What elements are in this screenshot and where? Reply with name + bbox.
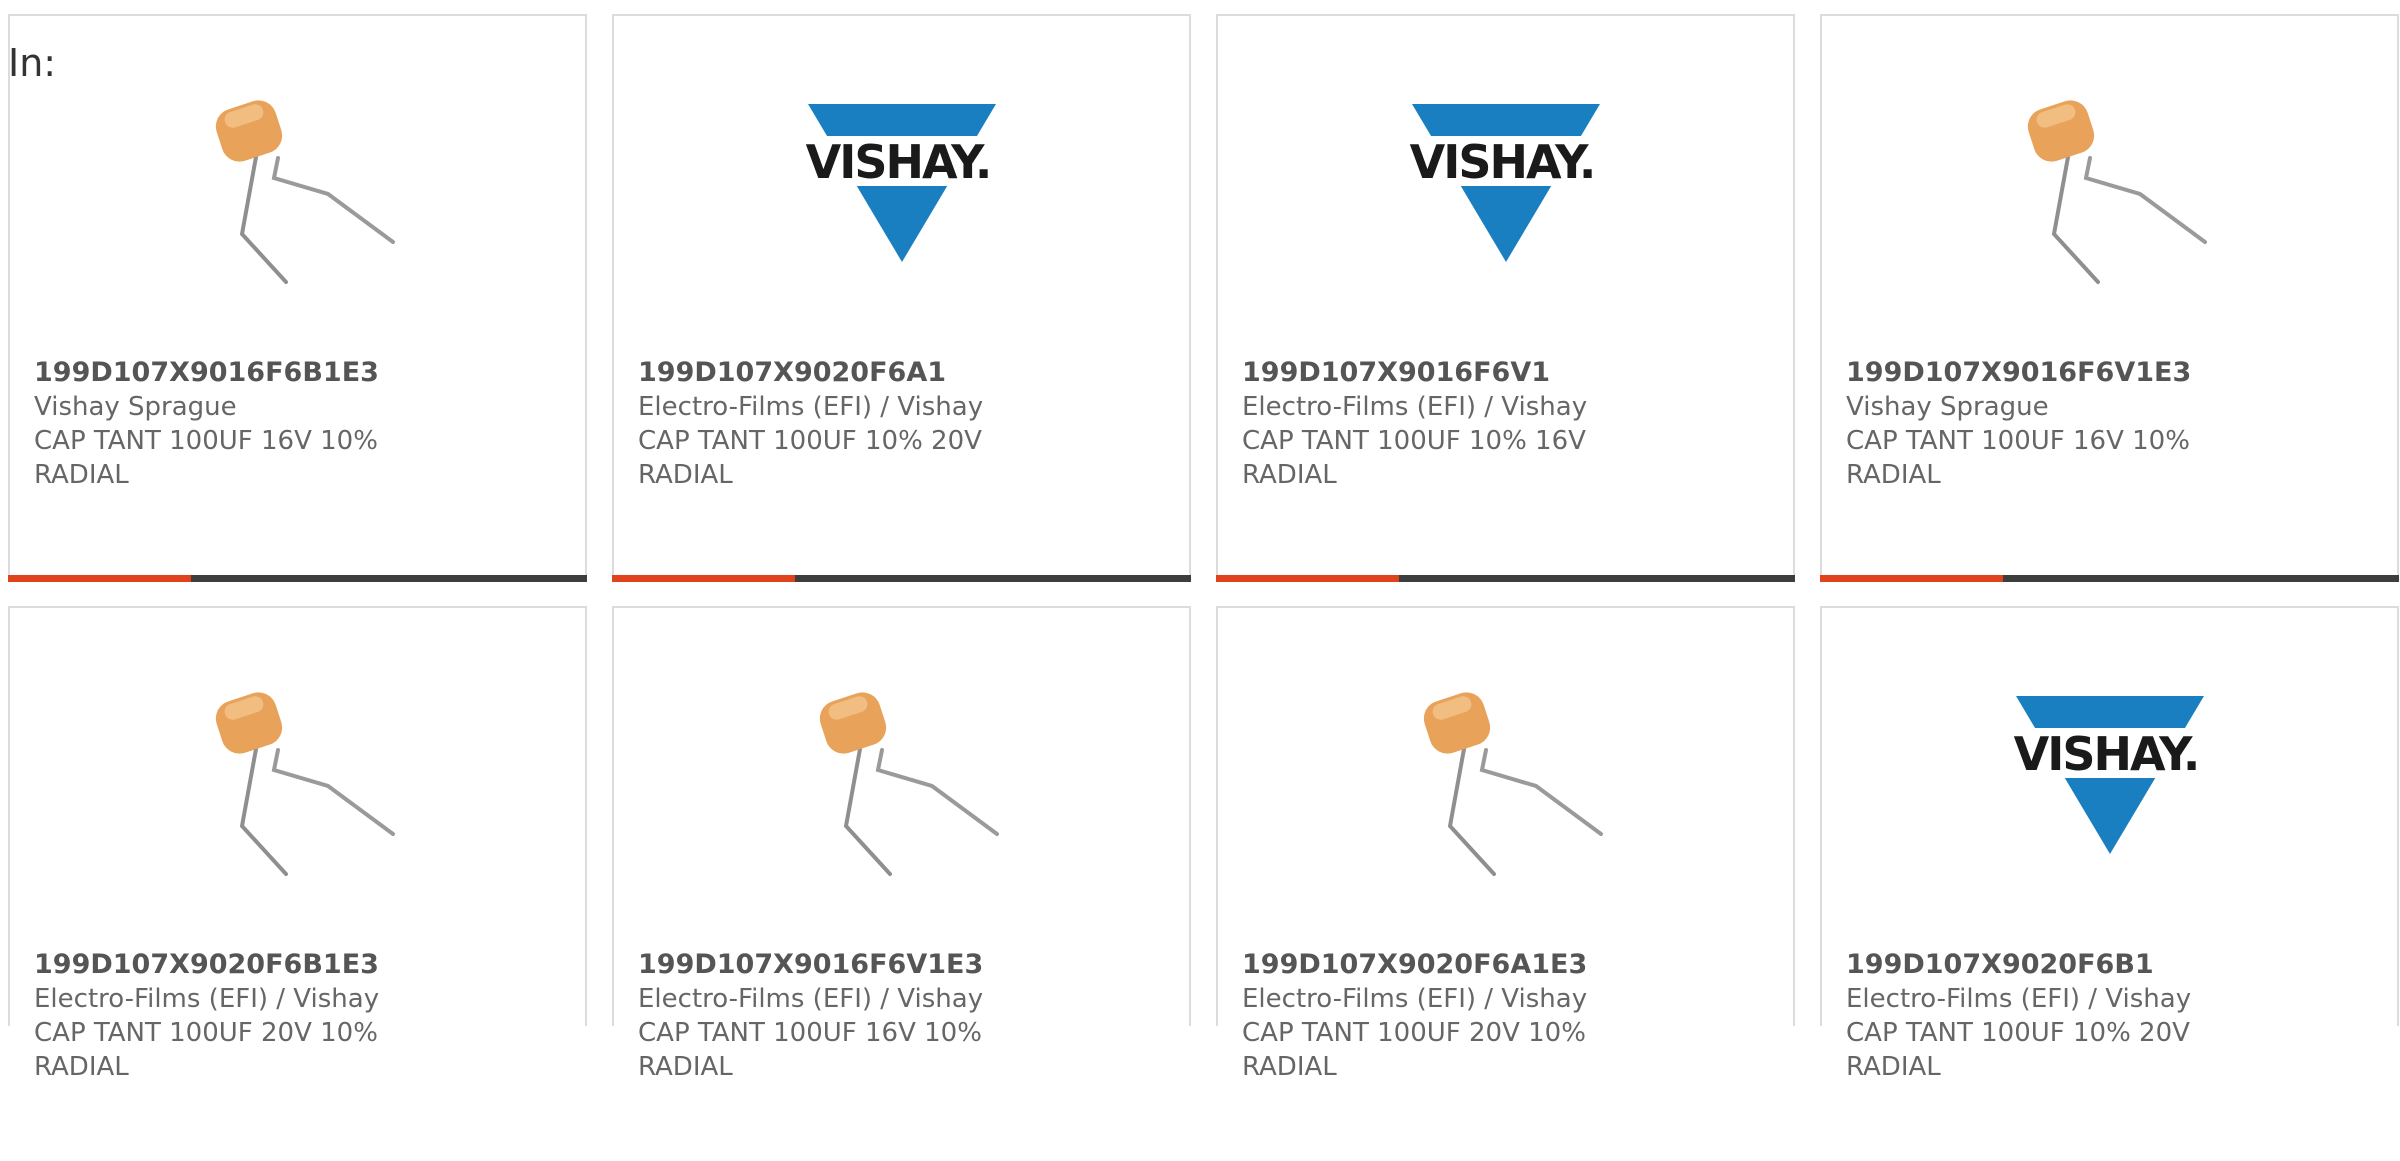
- manufacturer: Electro-Films (EFI) / Vishay: [34, 984, 380, 1014]
- product-card[interactable]: 199D107X9016F6V1E3 Electro-Films (EFI) /…: [612, 606, 1191, 1082]
- description-type: RADIAL: [1846, 1052, 1941, 1082]
- capacitor-icon: [198, 678, 398, 878]
- vishay-logo-icon: VISHAY.: [801, 86, 1002, 286]
- description: CAP TANT 100UF 16V 10%: [638, 1018, 982, 1048]
- product-card[interactable]: VISHAY. 199D107X9016F6V1 Electro-Films (…: [1216, 14, 1795, 582]
- in-label: In:: [8, 41, 57, 85]
- svg-text:VISHAY.: VISHAY.: [1409, 135, 1594, 189]
- description-type: RADIAL: [638, 1052, 733, 1082]
- card-accent-bar: [8, 575, 191, 582]
- vishay-logo-icon: VISHAY.: [2009, 678, 2210, 878]
- capacitor-icon: [1406, 678, 1606, 878]
- part-number[interactable]: 199D107X9016F6V1: [1242, 356, 1773, 390]
- part-number[interactable]: 199D107X9016F6V1E3: [1846, 356, 2377, 390]
- card-bottom-bar: [1820, 575, 2399, 582]
- part-number[interactable]: 199D107X9020F6B1E3: [34, 948, 565, 982]
- svg-text:VISHAY.: VISHAY.: [2013, 727, 2198, 781]
- part-number[interactable]: 199D107X9016F6B1E3: [34, 356, 565, 390]
- card-bottom-bar: [1216, 575, 1795, 582]
- capacitor-icon: [802, 678, 1002, 878]
- part-number[interactable]: 199D107X9020F6A1E3: [1242, 948, 1773, 982]
- card-bottom-bar: [8, 575, 587, 582]
- description-type: RADIAL: [34, 460, 129, 490]
- manufacturer: Vishay Sprague: [1846, 392, 2049, 422]
- product-card[interactable]: 199D107X9016F6V1E3 Vishay Sprague CAP TA…: [1820, 14, 2399, 582]
- vishay-logo-icon: VISHAY.: [1405, 86, 1606, 286]
- description: CAP TANT 100UF 10% 20V: [1846, 1018, 2190, 1048]
- description-type: RADIAL: [1242, 460, 1337, 490]
- description: CAP TANT 100UF 16V 10%: [34, 426, 378, 456]
- product-card[interactable]: 199D107X9020F6B1E3 Electro-Films (EFI) /…: [8, 606, 587, 1082]
- product-card[interactable]: 199D107X9016F6B1E3 Vishay Sprague CAP TA…: [8, 14, 587, 582]
- description-type: RADIAL: [1846, 460, 1941, 490]
- description-type: RADIAL: [1242, 1052, 1337, 1082]
- card-accent-bar: [612, 575, 795, 582]
- description-type: RADIAL: [638, 460, 733, 490]
- description: CAP TANT 100UF 10% 20V: [638, 426, 982, 456]
- capacitor-icon: [2010, 86, 2210, 286]
- card-bottom-bar: [612, 575, 1191, 582]
- manufacturer: Electro-Films (EFI) / Vishay: [1846, 984, 2192, 1014]
- capacitor-icon: [198, 86, 398, 286]
- product-results-page: In: 199D107X9016F6B1E3 Vishay Sprague CA…: [0, 0, 2400, 1161]
- description: CAP TANT 100UF 20V 10%: [34, 1018, 378, 1048]
- manufacturer: Electro-Films (EFI) / Vishay: [1242, 984, 1588, 1014]
- description: CAP TANT 100UF 10% 16V: [1242, 426, 1586, 456]
- product-grid: 199D107X9016F6B1E3 Vishay Sprague CAP TA…: [8, 14, 2399, 1082]
- product-card[interactable]: VISHAY. 199D107X9020F6A1 Electro-Films (…: [612, 14, 1191, 582]
- product-card[interactable]: VISHAY. 199D107X9020F6B1 Electro-Films (…: [1820, 606, 2399, 1082]
- card-accent-bar: [1820, 575, 2003, 582]
- description: CAP TANT 100UF 20V 10%: [1242, 1018, 1586, 1048]
- description: CAP TANT 100UF 16V 10%: [1846, 426, 2190, 456]
- description-type: RADIAL: [34, 1052, 129, 1082]
- product-card[interactable]: 199D107X9020F6A1E3 Electro-Films (EFI) /…: [1216, 606, 1795, 1082]
- part-number[interactable]: 199D107X9020F6A1: [638, 356, 1169, 390]
- part-number[interactable]: 199D107X9020F6B1: [1846, 948, 2377, 982]
- manufacturer: Vishay Sprague: [34, 392, 237, 422]
- card-accent-bar: [1216, 575, 1399, 582]
- manufacturer: Electro-Films (EFI) / Vishay: [638, 984, 984, 1014]
- svg-text:VISHAY.: VISHAY.: [805, 135, 990, 189]
- manufacturer: Electro-Films (EFI) / Vishay: [1242, 392, 1588, 422]
- manufacturer: Electro-Films (EFI) / Vishay: [638, 392, 984, 422]
- part-number[interactable]: 199D107X9016F6V1E3: [638, 948, 1169, 982]
